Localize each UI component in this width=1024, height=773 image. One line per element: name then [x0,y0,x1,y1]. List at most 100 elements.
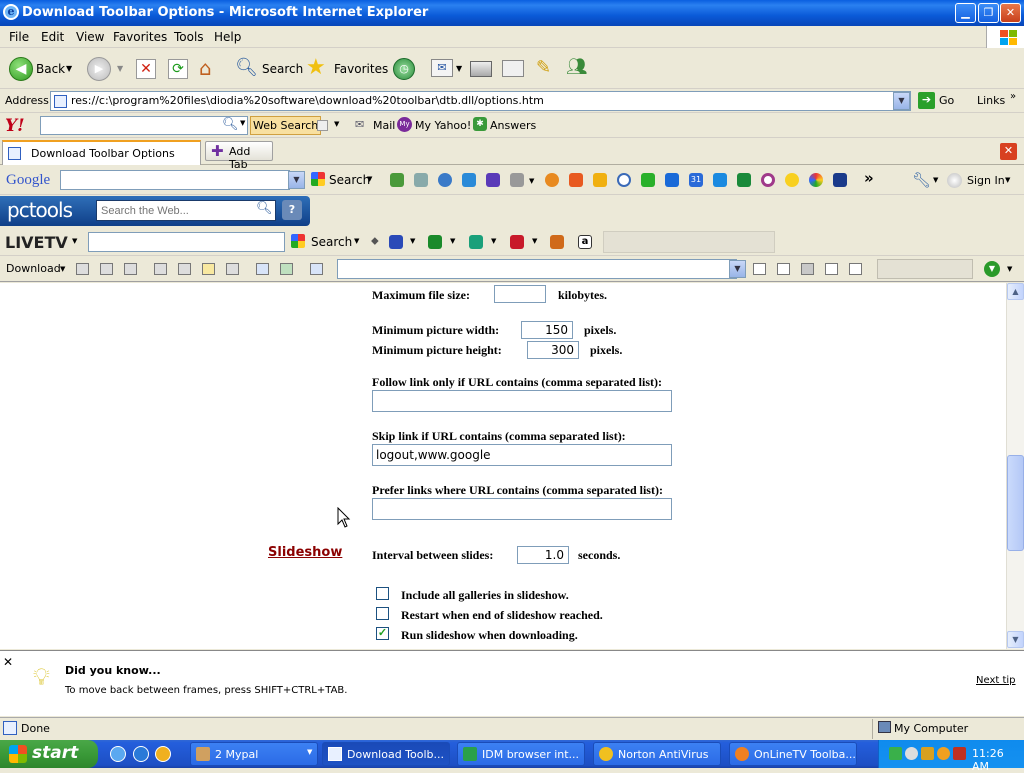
web-search-button[interactable]: Web Search [250,116,322,135]
games-dropdown-icon[interactable]: ▼ [491,237,496,245]
dl-info-icon[interactable] [825,263,838,275]
interval-input[interactable]: 1.0 [517,546,569,564]
tab-active[interactable]: Download Toolbar Options [2,140,201,165]
more-chevron-icon[interactable]: » [864,169,874,187]
magnifier-icon[interactable] [414,173,428,187]
address-input[interactable]: res://c:\program%20files\diodia%20softwa… [50,91,911,111]
dl-list-icon[interactable] [849,263,862,275]
dl-back-icon[interactable] [154,263,167,275]
livetv-logo[interactable]: LIVETV [5,233,68,252]
picasa-icon[interactable] [809,173,823,187]
window-icon[interactable] [510,173,524,187]
follow-link-input[interactable] [372,390,672,412]
minimize-button[interactable]: ▁ [955,3,976,23]
wrench-dropdown-icon[interactable]: ▼ [933,176,938,184]
yahoo-search-icon[interactable]: 🔍︎ [222,117,239,132]
calendar-icon[interactable]: 31 [689,173,703,187]
amazon-icon[interactable]: a [578,235,592,249]
max-file-size-input[interactable] [494,285,546,303]
pctools-logo[interactable]: pctools [7,198,73,222]
history-icon[interactable]: ◷ [393,58,415,80]
spreadsheet-icon[interactable] [737,173,751,187]
yahoo-mail-link[interactable]: Mail [373,119,395,132]
yahoo-search-input[interactable] [40,116,248,135]
dl-go-icon[interactable]: ▼ [984,261,1000,277]
dl-edit-icon[interactable] [753,263,766,275]
download-url-dropdown-icon[interactable]: ▼ [729,260,746,278]
scroll-up-icon[interactable]: ▲ [1007,283,1024,300]
links-label[interactable]: Links [977,94,1005,107]
dl-tool-3-icon[interactable] [124,263,137,275]
yahoo-button-icon[interactable] [317,120,328,131]
tray-app-icon[interactable] [921,747,934,760]
yahoo-search-dropdown-icon[interactable]: ▼ [240,119,245,127]
dl-tool-2-icon[interactable] [100,263,113,275]
add-tab-button[interactable]: ✚ Add Tab [205,141,273,171]
include-all-galleries-checkbox[interactable] [376,587,389,600]
download-url-input[interactable] [337,259,737,279]
start-button[interactable]: start [0,740,98,768]
puzzle-icon[interactable] [390,173,404,187]
games-icon[interactable] [469,235,483,249]
vertical-scrollbar[interactable]: ▲ ▼ [1006,283,1024,649]
forward-button[interactable]: ▶ [87,57,111,81]
menu-file[interactable]: File [9,30,29,44]
livetv-dropdown-icon[interactable]: ▼ [72,237,77,245]
scroll-down-icon[interactable]: ▼ [1007,631,1024,648]
tray-norton-icon[interactable] [937,747,950,760]
task-idm[interactable]: IDM browser int... [457,742,585,766]
wrench-icon[interactable]: 🔧︎ [912,171,931,189]
dl-save-icon[interactable] [801,263,814,275]
dl-folder-icon[interactable] [202,263,215,275]
pctools-search-input[interactable] [96,200,276,221]
dl-grid-icon[interactable] [256,263,269,275]
clock-icon[interactable] [617,173,631,187]
dl-move-icon[interactable] [280,263,293,275]
quicklaunch-browser-icon[interactable] [133,746,149,762]
sign-in-dropdown-icon[interactable]: ▼ [1005,176,1010,184]
menu-favorites[interactable]: Favorites [113,30,167,44]
notebook-icon[interactable] [665,173,679,187]
quicklaunch-ie-icon[interactable] [110,746,126,762]
my-yahoo-link[interactable]: My Yahoo! [415,119,471,132]
stop-icon[interactable]: ✕ [136,59,156,79]
edit-icon[interactable] [502,60,524,77]
quicklaunch-media-icon[interactable] [155,746,171,762]
messenger-icon[interactable]: 👥︎ [566,57,588,77]
tray-network-icon[interactable] [889,747,902,760]
pctools-help-icon[interactable]: ? [282,200,302,220]
download-label[interactable]: Download [6,262,61,275]
dl-delete-icon[interactable] [226,263,239,275]
tray-sound-icon[interactable] [905,747,918,760]
yahoo-button-dropdown-icon[interactable]: ▼ [334,120,339,128]
compass-icon[interactable] [545,173,559,187]
book-icon[interactable] [486,173,500,187]
news-icon[interactable] [510,235,524,249]
google-search-dropdown-icon[interactable]: ▼ [367,175,372,183]
calculator-icon[interactable] [550,235,564,249]
task-mypal[interactable]: 2 Mypal ▼ [190,742,318,766]
yahoo-logo[interactable]: Y! [5,116,25,136]
research-icon[interactable]: ✎ [536,57,551,78]
tray-clock[interactable]: 11:26 AM [972,747,1024,773]
next-tip-link[interactable]: Next tip [976,675,1016,686]
translate-icon[interactable] [569,173,583,187]
lightbulb-icon[interactable] [785,173,799,187]
run-slideshow-checkbox[interactable]: ✓ [376,627,389,640]
skip-link-input[interactable]: logout,www.google [372,444,672,466]
answers-link[interactable]: Answers [490,119,536,132]
chat-icon[interactable] [641,173,655,187]
tv-dropdown-icon[interactable]: ▼ [410,237,415,245]
camera-icon[interactable] [462,173,476,187]
links-chevron-icon[interactable]: » [1010,91,1016,102]
docs-icon[interactable] [713,173,727,187]
globe-icon[interactable] [438,173,452,187]
dl-zoom-icon[interactable] [777,263,790,275]
mail-icon[interactable]: ✉ [431,59,453,77]
task-norton[interactable]: Norton AntiVirus [593,742,721,766]
google-input-dropdown-icon[interactable]: ▼ [288,171,305,189]
download-dropdown-icon[interactable]: ▼ [60,265,65,273]
news-dropdown-icon[interactable]: ▼ [532,237,537,245]
graduation-cap-icon[interactable] [833,173,847,187]
radio-icon[interactable] [428,235,442,249]
